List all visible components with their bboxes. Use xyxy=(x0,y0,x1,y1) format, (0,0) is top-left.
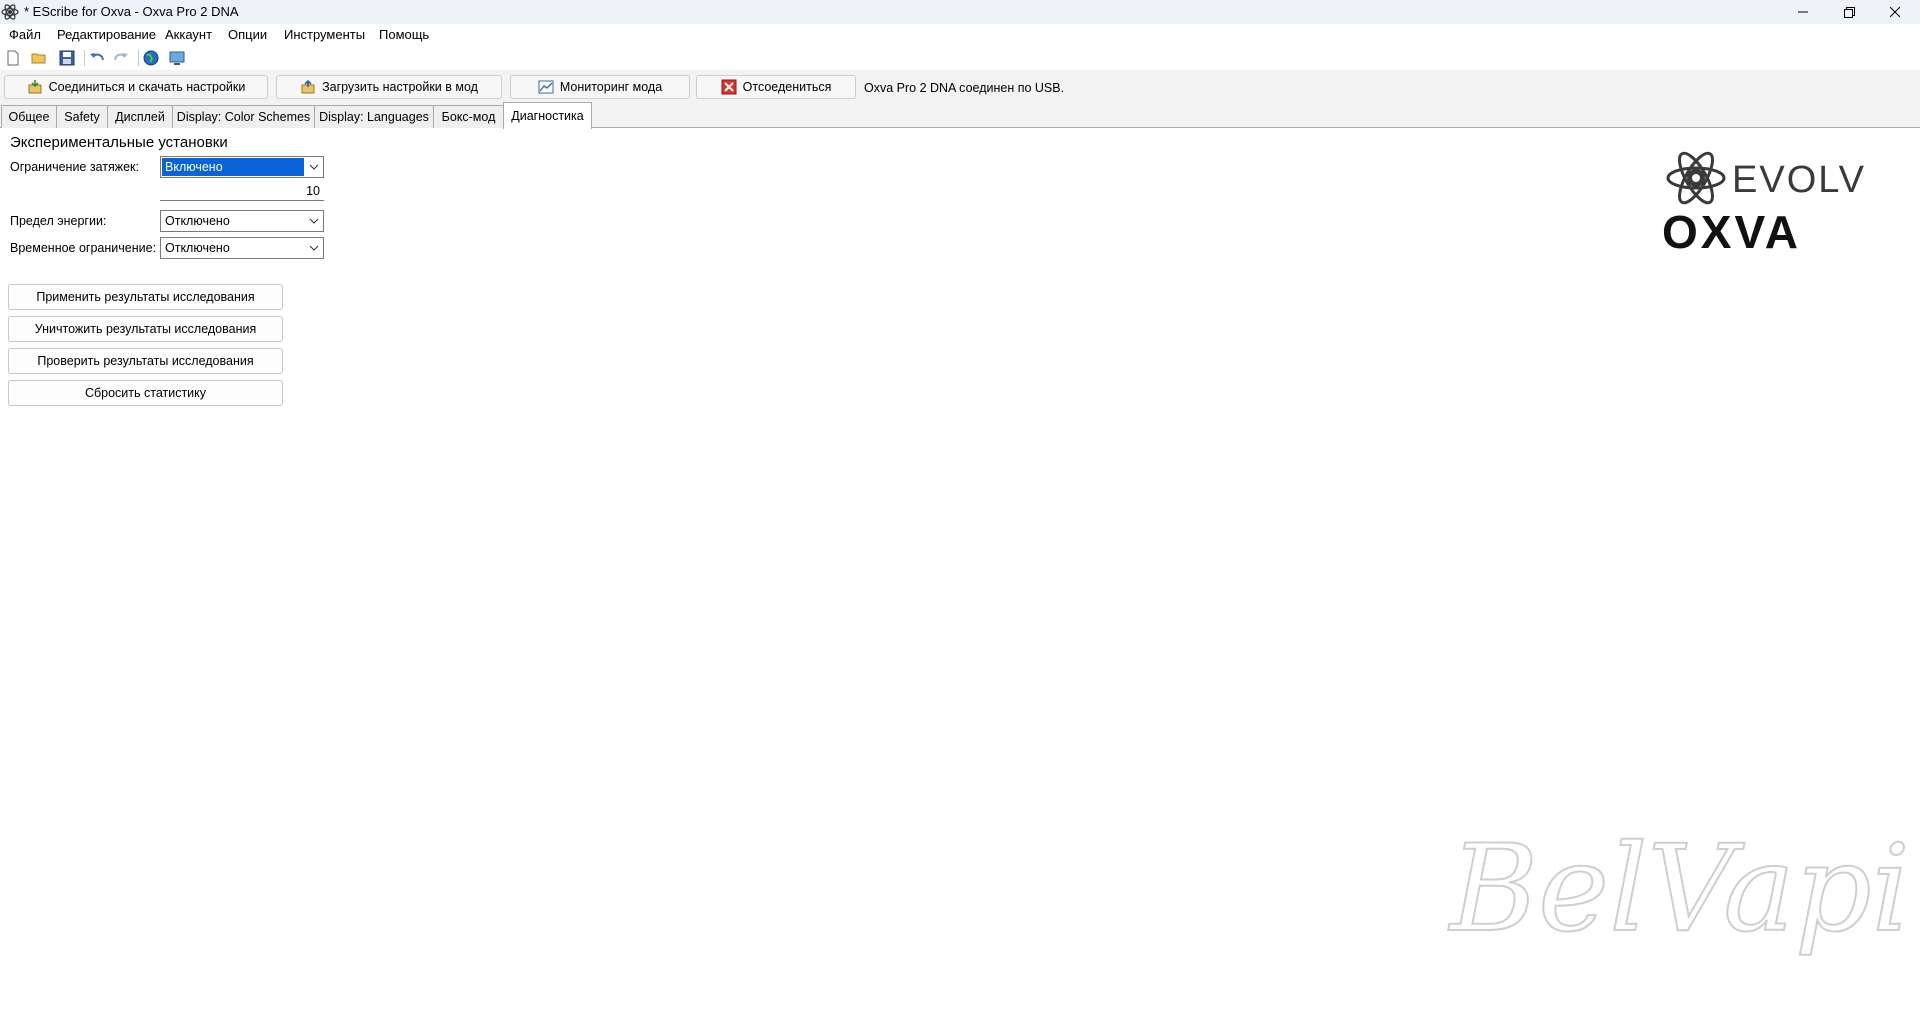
app-atom-icon xyxy=(1,4,19,20)
time-limit-select[interactable]: Отключено xyxy=(160,237,324,259)
connect-download-label: Соединиться и скачать настройки xyxy=(48,80,246,94)
puff-limit-label: Ограничение затяжек: xyxy=(10,160,140,174)
upload-settings-button[interactable]: Загрузить настройки в мод xyxy=(276,75,502,99)
section-title: Экспериментальные установки xyxy=(10,134,228,151)
tab-safety[interactable]: Safety xyxy=(56,105,108,128)
maximize-button[interactable] xyxy=(1826,0,1872,24)
connect-icon xyxy=(28,80,42,94)
chevron-down-icon xyxy=(309,245,319,251)
energy-limit-select[interactable]: Отключено xyxy=(160,210,324,232)
close-icon xyxy=(1890,7,1900,17)
new-file-icon[interactable] xyxy=(4,49,22,67)
tab-languages[interactable]: Display: Languages xyxy=(314,105,434,128)
reset-statistics-button[interactable]: Сбросить статистику xyxy=(8,380,283,406)
menu-tools[interactable]: Инструменты xyxy=(284,27,365,42)
time-limit-value: Отключено xyxy=(165,241,230,255)
watermark: BelVaping xyxy=(1447,819,1910,960)
apply-results-button[interactable]: Применить результаты исследования xyxy=(8,284,283,310)
action-bar: Соединиться и скачать настройки Загрузит… xyxy=(0,70,1920,102)
open-folder-icon[interactable] xyxy=(30,49,48,67)
restore-icon xyxy=(1843,6,1855,18)
menu-account[interactable]: Аккаунт xyxy=(165,27,212,42)
tab-strip: Общее Safety Дисплей Display: Color Sche… xyxy=(0,102,1920,129)
puff-limit-number-input[interactable]: 10 xyxy=(160,181,324,201)
menu-edit[interactable]: Редактирование xyxy=(57,27,156,42)
undo-icon[interactable] xyxy=(88,49,106,67)
disconnect-label: Отсоедениться xyxy=(742,80,832,94)
upload-settings-label: Загрузить настройки в мод xyxy=(322,80,478,94)
destroy-results-button[interactable]: Уничтожить результаты исследования xyxy=(8,316,283,342)
menu-help[interactable]: Помощь xyxy=(379,27,429,42)
monitor-icon[interactable] xyxy=(168,49,186,67)
disconnect-button[interactable]: Отсоедениться xyxy=(696,75,856,99)
redo-icon[interactable] xyxy=(112,49,130,67)
monitoring-label: Мониторинг мода xyxy=(559,80,663,94)
logo-oxva-text: OXVA xyxy=(1662,206,1801,258)
energy-limit-value: Отключено xyxy=(165,214,230,228)
tab-general[interactable]: Общее xyxy=(1,105,57,128)
save-icon[interactable] xyxy=(58,49,76,67)
energy-limit-label: Предел энергии: xyxy=(10,214,107,228)
logo-evolv-text: EVOLV xyxy=(1732,159,1866,201)
connect-download-button[interactable]: Соединиться и скачать настройки xyxy=(4,75,268,99)
minimize-button[interactable] xyxy=(1780,0,1826,24)
chart-icon xyxy=(538,80,554,94)
toolbar-separator xyxy=(84,50,85,66)
window-title: * EScribe for Oxva - Oxva Pro 2 DNA xyxy=(24,4,239,19)
menu-bar: Файл Редактирование Аккаунт Опции Инстру… xyxy=(0,24,1920,46)
chevron-down-icon xyxy=(309,164,319,170)
watermark-text: BelVaping xyxy=(1448,820,1910,959)
chevron-down-icon xyxy=(309,218,319,224)
upload-icon xyxy=(301,79,315,94)
toolbar xyxy=(0,46,1920,70)
time-limit-label: Временное ограничение: xyxy=(10,241,157,255)
menu-file[interactable]: Файл xyxy=(9,27,41,42)
tab-color-schemes[interactable]: Display: Color Schemes xyxy=(172,105,315,128)
tab-diagnostics[interactable]: Диагностика xyxy=(503,102,592,129)
toolbar-separator xyxy=(138,50,139,66)
connection-status: Oxva Pro 2 DNA соединен по USB. xyxy=(864,81,1065,95)
puff-limit-select[interactable]: Включено xyxy=(160,156,324,178)
menu-options[interactable]: Опции xyxy=(228,27,267,42)
close-button[interactable] xyxy=(1872,0,1918,24)
evolv-atom-icon xyxy=(1666,151,1726,205)
monitoring-button[interactable]: Мониторинг мода xyxy=(510,75,690,99)
tab-display[interactable]: Дисплей xyxy=(107,105,173,128)
title-bar: * EScribe for Oxva - Oxva Pro 2 DNA xyxy=(0,0,1920,24)
puff-limit-value: Включено xyxy=(165,160,223,174)
minimize-icon xyxy=(1798,11,1808,13)
check-results-button[interactable]: Проверить результаты исследования xyxy=(8,348,283,374)
disconnect-x-icon xyxy=(721,79,737,95)
evolv-oxva-logo: EVOLV OXVA xyxy=(1662,151,1866,258)
tab-box-mod[interactable]: Бокс-мод xyxy=(433,105,504,128)
globe-icon[interactable] xyxy=(142,49,160,67)
